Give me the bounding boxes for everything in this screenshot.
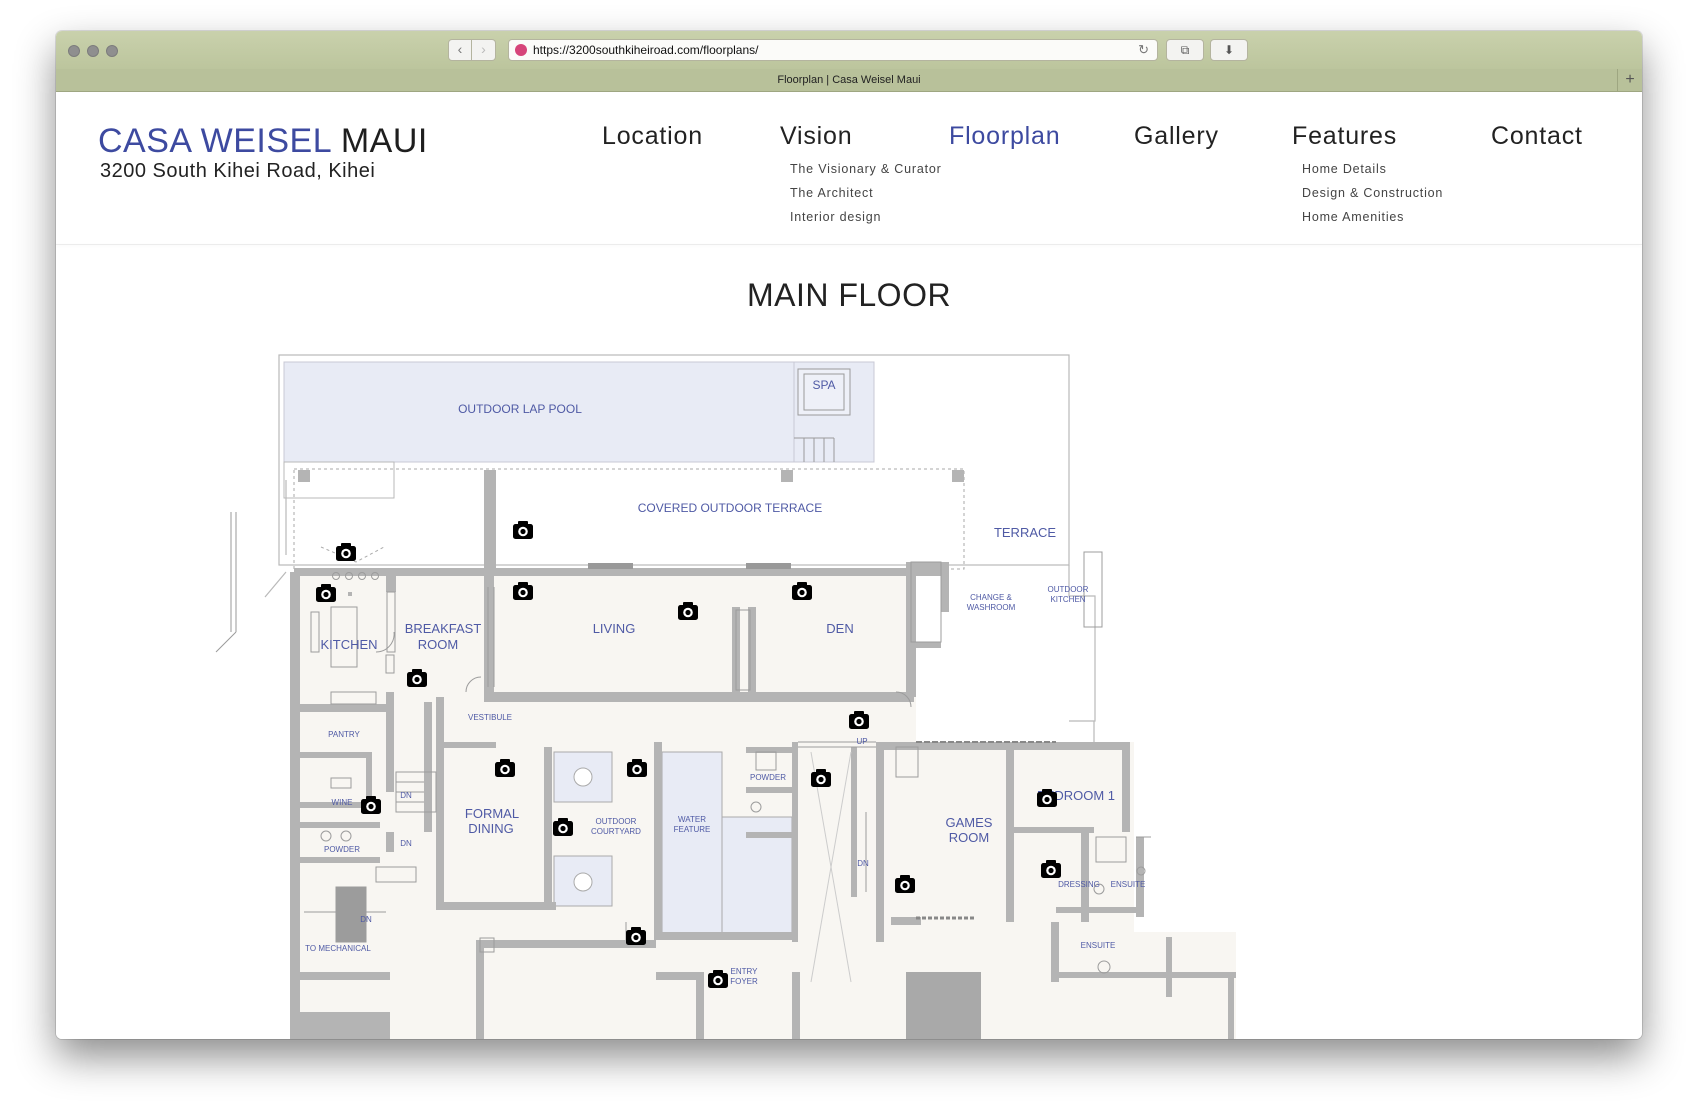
room-label-water-feature: WATER (678, 815, 706, 824)
room-label-vestibule: VESTIBULE (468, 713, 512, 722)
history-buttons: ‹ › (448, 39, 496, 61)
room-label-games: GAMES (946, 815, 993, 830)
room-label-breakfast: BREAKFAST (405, 621, 482, 636)
minimize-window-button[interactable] (87, 45, 99, 57)
zoom-window-button[interactable] (106, 45, 118, 57)
room-label-living: LIVING (593, 621, 636, 636)
close-window-button[interactable] (68, 45, 80, 57)
room-label-courtyard-2: COURTYARD (591, 827, 641, 836)
tabs-icon: ⧉ (1180, 43, 1190, 57)
room-label-dressing: DRESSING (1058, 880, 1100, 889)
floorplan-map: OUTDOOR LAP POOL SPA COVERED OUTDOOR TER… (215, 354, 1236, 1039)
download-icon: ⬇ (1223, 43, 1235, 57)
stair-label-up: UP (856, 737, 867, 746)
tab-title[interactable]: Floorplan | Casa Weisel Maui (777, 74, 920, 86)
site-favicon-icon (515, 44, 527, 56)
room-label-foyer: FOYER (730, 977, 758, 986)
room-label-dining: DINING (468, 821, 514, 836)
room-label-ensuite-1: ENSUITE (1111, 880, 1146, 889)
room-label-spa: SPA (812, 378, 835, 392)
room-label-pool: OUTDOOR LAP POOL (458, 402, 582, 416)
tab-bar: Floorplan | Casa Weisel Maui + (56, 69, 1642, 92)
room-label-powder-1: POWDER (324, 845, 360, 854)
room-label-den: DEN (826, 621, 853, 636)
browser-window: ‹ › https://3200southkiheiroad.com/floor… (56, 31, 1642, 1039)
room-label-covered-terrace: COVERED OUTDOOR TERRACE (638, 501, 822, 515)
downloads-button[interactable]: ⬇ (1210, 39, 1248, 61)
window-controls (68, 45, 118, 57)
address-bar[interactable]: https://3200southkiheiroad.com/floorplan… (508, 39, 1158, 61)
room-label-outdoor-kitchen: OUTDOOR (1048, 585, 1089, 594)
forward-button[interactable]: › (472, 39, 496, 61)
stair-label-dn-2: DN (400, 839, 412, 848)
camera-icon[interactable] (336, 543, 356, 561)
room-label-outdoor-kitchen-2: KITCHEN (1050, 595, 1085, 604)
room-label-to-mechanical: TO MECHANICAL (305, 944, 371, 953)
room-label-kitchen: KITCHEN (320, 637, 377, 652)
room-label-ensuite-2: ENSUITE (1081, 941, 1116, 950)
room-label-water-feature-2: FEATURE (674, 825, 711, 834)
stair-label-dn-3: DN (360, 915, 372, 924)
new-tab-button[interactable]: + (1617, 69, 1642, 91)
room-label-courtyard: OUTDOOR (596, 817, 637, 826)
browser-toolbar: ‹ › https://3200southkiheiroad.com/floor… (56, 31, 1642, 70)
room-label-breakfast-room: ROOM (418, 637, 458, 652)
room-label-formal: FORMAL (465, 806, 519, 821)
back-button[interactable]: ‹ (448, 39, 472, 61)
room-label-entry: ENTRY (731, 967, 759, 976)
chevron-right-icon: › (481, 41, 486, 57)
address-bar-url: https://3200southkiheiroad.com/floorplan… (533, 43, 759, 57)
tab-overview-button[interactable]: ⧉ (1166, 39, 1204, 61)
web-page: CASA WEISEL MAUI 3200 South Kihei Road, … (56, 92, 1642, 1039)
stair-label-dn-4: DN (857, 859, 869, 868)
room-label-terrace: TERRACE (994, 525, 1056, 540)
room-label-wine: WINE (332, 798, 353, 807)
chevron-left-icon: ‹ (457, 41, 463, 57)
stair-label-dn-1: DN (400, 791, 412, 800)
camera-icon[interactable] (513, 521, 533, 539)
room-label-games-room: ROOM (949, 830, 989, 845)
reload-icon[interactable]: ↻ (1138, 40, 1149, 60)
room-label-powder-2: POWDER (750, 773, 786, 782)
room-label-pantry: PANTRY (328, 730, 360, 739)
room-label-washroom: WASHROOM (967, 603, 1016, 612)
room-label-change: CHANGE & (970, 593, 1012, 602)
